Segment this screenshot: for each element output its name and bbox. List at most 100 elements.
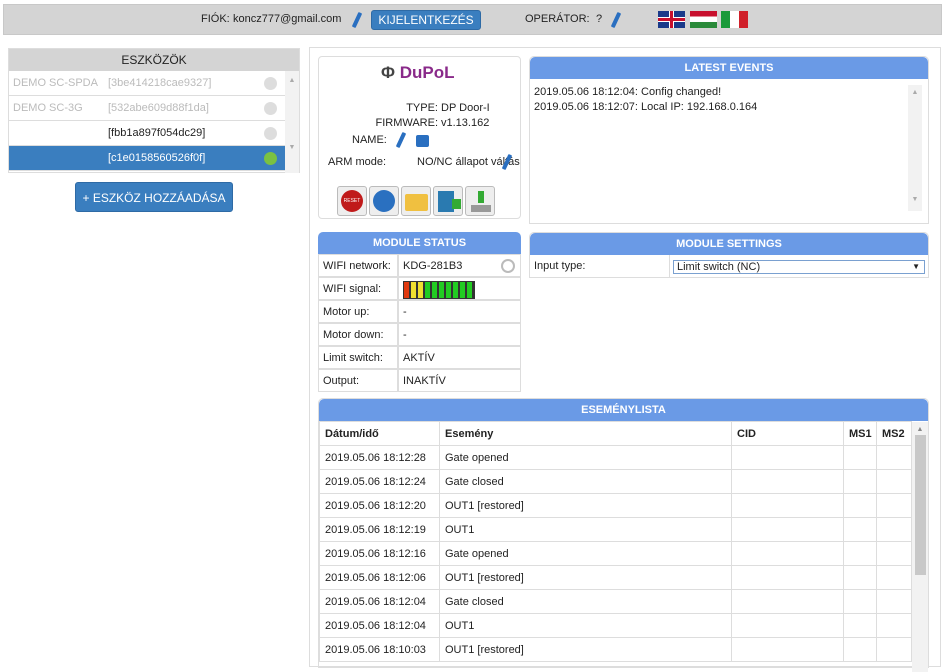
status-row: WIFI signal:: [318, 277, 521, 300]
reset-icon[interactable]: RESET: [337, 186, 367, 216]
module-info-card: Φ DuPoL TYPE: FIRMWARE: DP Door-I v1.13.…: [318, 56, 521, 219]
column-header[interactable]: Esemény: [439, 421, 732, 446]
status-row: Motor up: -: [318, 300, 521, 323]
name-label: NAME:: [352, 134, 387, 146]
event-date: 2019.05.06 18:12:06: [319, 565, 440, 590]
device-name: DEMO SC-3G: [13, 102, 83, 114]
table-row[interactable]: 2019.05.06 18:12:20 OUT1 [restored]: [319, 493, 912, 518]
logout-button[interactable]: KIJELENTKEZÉS: [371, 10, 481, 30]
flag-it-icon[interactable]: [721, 11, 748, 28]
device-item[interactable]: [c1e0158560526f0f]: [9, 146, 285, 171]
table-row[interactable]: 2019.05.06 18:12:28 Gate opened: [319, 445, 912, 470]
event-list-scrollbar[interactable]: ▲: [912, 422, 928, 672]
devices-scrollbar[interactable]: ▲ ▼: [285, 71, 299, 173]
wifi-signal-meter: [403, 281, 475, 299]
disabled-icon: [264, 102, 277, 115]
latest-events-scrollbar[interactable]: ▲ ▼: [908, 85, 922, 211]
event-date: 2019.05.06 18:12:24: [319, 469, 440, 494]
event-name: OUT1: [439, 517, 732, 542]
input-type-select[interactable]: Limit switch (NC) ▼: [673, 260, 925, 274]
add-device-button[interactable]: + ESZKÖZ HOZZÁADÁSA: [75, 182, 233, 212]
event-date: 2019.05.06 18:12:19: [319, 517, 440, 542]
edit-operator-icon[interactable]: [610, 11, 622, 29]
signal-bar: [404, 282, 411, 298]
signal-bar: [460, 282, 467, 298]
event-name: OUT1 [restored]: [439, 565, 732, 590]
signal-bar: [467, 282, 474, 298]
status-label: Motor up:: [318, 300, 398, 323]
disabled-icon: [264, 77, 277, 90]
account-label: FIÓK:: [201, 13, 230, 25]
scrollbar-thumb[interactable]: [914, 435, 926, 575]
column-header[interactable]: MS2: [876, 421, 912, 446]
signal-bar: [411, 282, 418, 298]
status-row: WIFI network: KDG-281B3: [318, 254, 521, 277]
check-icon: [264, 152, 277, 165]
column-header[interactable]: CID: [731, 421, 844, 446]
dropdown-arrow-icon: ▼: [912, 262, 920, 271]
table-row[interactable]: 2019.05.06 18:12:04 Gate closed: [319, 589, 912, 614]
latest-events-title: LATEST EVENTS: [530, 57, 928, 79]
device-id: [3be414218cae9327]: [108, 77, 212, 89]
event-list-panel: ESEMÉNYLISTA Dátum/idő Esemény CID MS1 MS2 20…: [318, 398, 929, 672]
flag-en-icon[interactable]: [658, 11, 685, 28]
module-status-panel: MODULE STATUS WIFI network: KDG-281B3 WI…: [318, 232, 521, 392]
latest-events-panel: LATEST EVENTS 2019.05.06 18:12:04: Confi…: [529, 56, 929, 224]
event-date: 2019.05.06 18:12:20: [319, 493, 440, 518]
status-value: KDG-281B3: [403, 260, 463, 272]
event-name: Gate opened: [439, 445, 732, 470]
type-label: TYPE:: [406, 102, 438, 114]
table-row[interactable]: 2019.05.06 18:12:16 Gate opened: [319, 541, 912, 566]
device-id: [c1e0158560526f0f]: [108, 152, 206, 164]
download-icon[interactable]: [465, 186, 495, 216]
status-label: Output:: [318, 369, 398, 392]
table-row[interactable]: 2019.05.06 18:12:19 OUT1: [319, 517, 912, 542]
operator-label: OPERÁTOR:: [525, 13, 590, 25]
table-row[interactable]: 2019.05.06 18:10:03 OUT1 [restored]: [319, 637, 912, 662]
latest-event-item: 2019.05.06 18:12:07: Local IP: 192.168.0…: [534, 101, 758, 113]
disabled-icon: [264, 127, 277, 140]
status-row: Motor down: -: [318, 323, 521, 346]
device-id: [fbb1a897f054dc29]: [108, 127, 206, 139]
folder-icon[interactable]: [401, 186, 431, 216]
input-type-value: Limit switch (NC): [677, 261, 761, 273]
edit-account-icon[interactable]: [351, 11, 363, 29]
device-item[interactable]: DEMO SC-SPDA [3be414218cae9327]: [9, 71, 285, 96]
dupol-logo: Φ DuPoL: [381, 63, 455, 82]
operator-value: ?: [596, 13, 603, 25]
status-row: Limit switch: AKTÍV: [318, 346, 521, 369]
status-value: -: [403, 329, 407, 341]
input-type-label: Input type:: [530, 255, 670, 278]
device-item[interactable]: [fbb1a897f054dc29]: [9, 121, 285, 146]
save-icon[interactable]: [433, 186, 463, 216]
device-name: DEMO SC-SPDA: [13, 77, 98, 89]
firmware-label: FIRMWARE:: [375, 117, 438, 129]
signal-bar: [432, 282, 439, 298]
module-settings-panel: MODULE SETTINGS Input type: Limit switch…: [529, 232, 929, 278]
flag-hu-icon[interactable]: [690, 11, 717, 28]
table-row[interactable]: 2019.05.06 18:12:06 OUT1 [restored]: [319, 565, 912, 590]
column-header[interactable]: MS1: [843, 421, 877, 446]
latest-event-item: 2019.05.06 18:12:04: Config changed!: [534, 86, 722, 98]
signal-bar: [446, 282, 453, 298]
event-name: Gate opened: [439, 541, 732, 566]
lock-icon[interactable]: [416, 135, 429, 147]
status-value: INAKTÍV: [403, 375, 446, 387]
table-row[interactable]: 2019.05.06 18:12:24 Gate closed: [319, 469, 912, 494]
gear-icon[interactable]: [501, 259, 515, 273]
status-value: AKTÍV: [403, 352, 435, 364]
device-item[interactable]: DEMO SC-3G [532abe609d88f1da]: [9, 96, 285, 121]
event-name: Gate closed: [439, 469, 732, 494]
signal-bar: [439, 282, 446, 298]
top-bar: FIÓK: koncz777@gmail.com KIJELENTKEZÉS O…: [3, 4, 942, 35]
column-header[interactable]: Dátum/idő: [319, 421, 440, 446]
event-date: 2019.05.06 18:12:04: [319, 589, 440, 614]
table-row[interactable]: 2019.05.06 18:12:04 OUT1: [319, 613, 912, 638]
edit-name-icon[interactable]: [395, 131, 407, 149]
status-value: -: [403, 306, 407, 318]
module-settings-title: MODULE SETTINGS: [530, 233, 928, 255]
remote-icon[interactable]: [369, 186, 399, 216]
event-list-title: ESEMÉNYLISTA: [319, 399, 928, 421]
status-row: Output: INAKTÍV: [318, 369, 521, 392]
devices-panel: ESZKÖZÖK DEMO SC-SPDA [3be414218cae9327]…: [8, 48, 300, 173]
